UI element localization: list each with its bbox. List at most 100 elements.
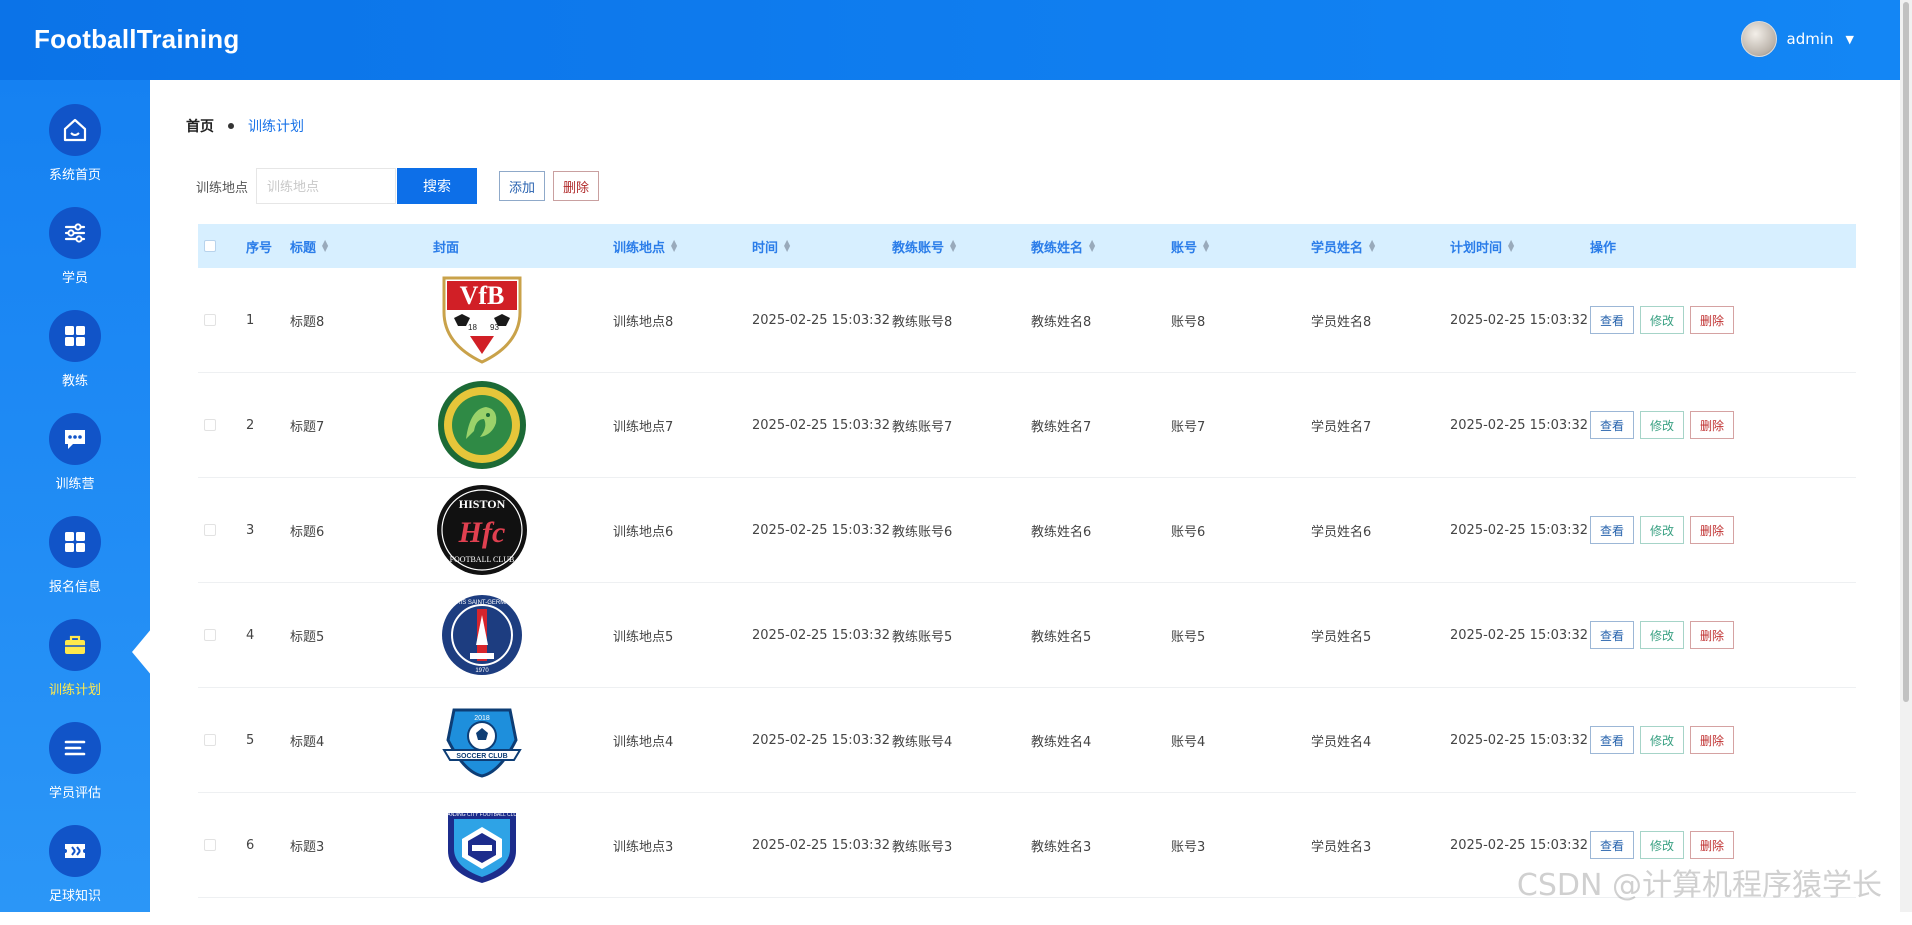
sidebar-item-camps[interactable]: 训练营 (0, 413, 150, 513)
sort-icon[interactable]: ▲ ▼ (784, 239, 790, 253)
app-logo[interactable]: FootballTraining (34, 24, 239, 55)
username[interactable]: admin (1787, 30, 1834, 48)
sort-icon[interactable]: ▲ ▼ (322, 239, 328, 253)
column-header-account[interactable]: 账号 ▲ ▼ (1171, 237, 1311, 256)
batch-delete-button[interactable]: 删除 (553, 171, 600, 201)
chevron-down-icon[interactable]: ▼ (1846, 33, 1854, 46)
view-button[interactable]: 查看 (1590, 831, 1634, 859)
search-bar: 训练地点 搜索 添加 删除 (196, 168, 600, 204)
sidebar-item-students[interactable]: 学员 (0, 207, 150, 307)
cell-coach-account: 教练账号6 (892, 524, 953, 540)
edit-button[interactable]: 修改 (1640, 516, 1684, 544)
row-checkbox[interactable] (204, 734, 216, 746)
sort-icon[interactable]: ▲ ▼ (1369, 239, 1375, 253)
cell-account: 账号8 (1171, 314, 1206, 330)
cell-time: 2025-02-25 15:03:32 (752, 627, 891, 643)
cover-image[interactable]: NANJING CITY FOOTBALL CLUB (435, 798, 529, 892)
cell-index: 1 (246, 312, 255, 328)
sort-icon[interactable]: ▲ ▼ (950, 239, 956, 253)
row-checkbox[interactable] (204, 839, 216, 851)
cell-time: 2025-02-25 15:03:32 (752, 837, 891, 853)
cell-account: 账号6 (1171, 524, 1206, 540)
row-checkbox-cell (198, 734, 246, 746)
sidebar-item-label: 训练计划 (48, 683, 101, 698)
cell-actions: 查看 修改 删除 (1590, 306, 1756, 334)
cover-image[interactable]: SOCCER CLUB 2018 (435, 693, 529, 787)
column-header-title[interactable]: 标题 ▲ ▼ (290, 237, 433, 256)
cell-student: 学员姓名6 (1311, 524, 1372, 540)
sidebar-item-registrations[interactable]: 报名信息 (0, 516, 150, 616)
edit-button[interactable]: 修改 (1640, 726, 1684, 754)
cover-image[interactable]: VfB 18 93 (435, 273, 529, 367)
view-button[interactable]: 查看 (1590, 726, 1634, 754)
scrollbar-thumb[interactable] (1903, 2, 1909, 702)
delete-button[interactable]: 删除 (1690, 306, 1734, 334)
column-header-time[interactable]: 时间 ▲ ▼ (752, 237, 892, 256)
row-checkbox[interactable] (204, 419, 216, 431)
sort-icon[interactable]: ▲ ▼ (671, 239, 677, 253)
table-row[interactable]: 1 标题8 VfB 18 93 训练地点8 2025-02-25 15:03:32 教练账号8… (198, 268, 1856, 373)
view-button[interactable]: 查看 (1590, 411, 1634, 439)
cell-coach-account: 教练账号4 (892, 734, 953, 750)
sidebar-item-home[interactable]: 系统首页 (0, 104, 150, 204)
svg-text:FOOTBALL CLUB: FOOTBALL CLUB (450, 555, 515, 564)
cell-cover: NANJING CITY FOOTBALL CLUB (433, 798, 613, 892)
view-button[interactable]: 查看 (1590, 516, 1634, 544)
column-header-coach-name[interactable]: 教练姓名 ▲ ▼ (1031, 237, 1171, 256)
row-checkbox[interactable] (204, 314, 216, 326)
user-menu[interactable]: admin ▼ (1740, 21, 1854, 57)
view-button[interactable]: 查看 (1590, 306, 1634, 334)
cover-image[interactable]: PARIS SAINT-GERMAIN 1970 (435, 588, 529, 682)
cell-title: 标题4 (290, 734, 325, 750)
cell-cover: VfB 18 93 (433, 273, 613, 367)
column-header-plan-time[interactable]: 计划时间 ▲ ▼ (1450, 237, 1590, 256)
search-input[interactable] (256, 168, 397, 204)
table-row[interactable]: 3 标题6 HISTON Hfc FOOTBALL CLUB 训练地点6 2025-02-2… (198, 478, 1856, 583)
sidebar-item-coaches[interactable]: 教练 (0, 310, 150, 410)
select-all-checkbox[interactable] (204, 240, 216, 252)
row-checkbox[interactable] (204, 629, 216, 641)
edit-button[interactable]: 修改 (1640, 306, 1684, 334)
breadcrumb-home[interactable]: 首页 (186, 116, 214, 136)
svg-text:NANJING CITY FOOTBALL CLUB: NANJING CITY FOOTBALL CLUB (444, 812, 521, 818)
grid-icon (49, 310, 101, 362)
delete-button[interactable]: 删除 (1690, 831, 1734, 859)
delete-button[interactable]: 删除 (1690, 726, 1734, 754)
sort-icon[interactable]: ▲ ▼ (1089, 239, 1095, 253)
cell-coach-name: 教练姓名5 (1031, 629, 1092, 645)
sort-icon[interactable]: ▲ ▼ (1508, 239, 1514, 253)
svg-text:SOCCER CLUB: SOCCER CLUB (456, 753, 507, 760)
delete-button[interactable]: 删除 (1690, 621, 1734, 649)
edit-button[interactable]: 修改 (1640, 831, 1684, 859)
column-header-index[interactable]: 序号 (246, 237, 290, 256)
cell-time: 2025-02-25 15:03:32 (752, 522, 891, 538)
edit-button[interactable]: 修改 (1640, 411, 1684, 439)
cell-title: 标题3 (290, 839, 325, 855)
cover-image[interactable] (435, 378, 529, 472)
cell-account: 账号7 (1171, 419, 1206, 435)
column-header-coach-account[interactable]: 教练账号 ▲ ▼ (892, 237, 1031, 256)
delete-button[interactable]: 删除 (1690, 411, 1734, 439)
column-header-location[interactable]: 训练地点 ▲ ▼ (613, 237, 752, 256)
sidebar-item-knowledge[interactable]: 足球知识 (0, 825, 150, 925)
sidebar-item-training-plan[interactable]: 训练计划 (0, 619, 150, 719)
delete-button[interactable]: 删除 (1690, 516, 1734, 544)
table-row[interactable]: 2 标题7 训练地点7 2025-02-25 15:03:32 教练账号7 教练姓名7 账号… (198, 373, 1856, 478)
row-checkbox[interactable] (204, 524, 216, 536)
sort-icon[interactable]: ▲ ▼ (1203, 239, 1209, 253)
sidebar-item-evaluation[interactable]: 学员评估 (0, 722, 150, 822)
column-header-student[interactable]: 学员姓名 ▲ ▼ (1311, 237, 1450, 256)
view-button[interactable]: 查看 (1590, 621, 1634, 649)
cell-plan-time: 2025-02-25 15:03:32 (1450, 732, 1589, 748)
page-scrollbar[interactable] (1900, 0, 1912, 912)
add-button[interactable]: 添加 (499, 171, 546, 201)
table-row[interactable]: 5 标题4 SOCCER CLUB 2018 训练地点4 2025-02-25 15:03… (198, 688, 1856, 793)
table-row[interactable]: 4 标题5 PARIS SAINT-GERMAIN 1970 训练地点5 2025-02-… (198, 583, 1856, 688)
svg-text:18: 18 (468, 323, 477, 332)
cover-image[interactable]: HISTON Hfc FOOTBALL CLUB (435, 483, 529, 577)
avatar[interactable] (1740, 21, 1777, 57)
search-button[interactable]: 搜索 (397, 168, 478, 204)
cell-cover: SOCCER CLUB 2018 (433, 693, 613, 787)
breadcrumb: 首页 训练计划 (186, 116, 304, 136)
edit-button[interactable]: 修改 (1640, 621, 1684, 649)
